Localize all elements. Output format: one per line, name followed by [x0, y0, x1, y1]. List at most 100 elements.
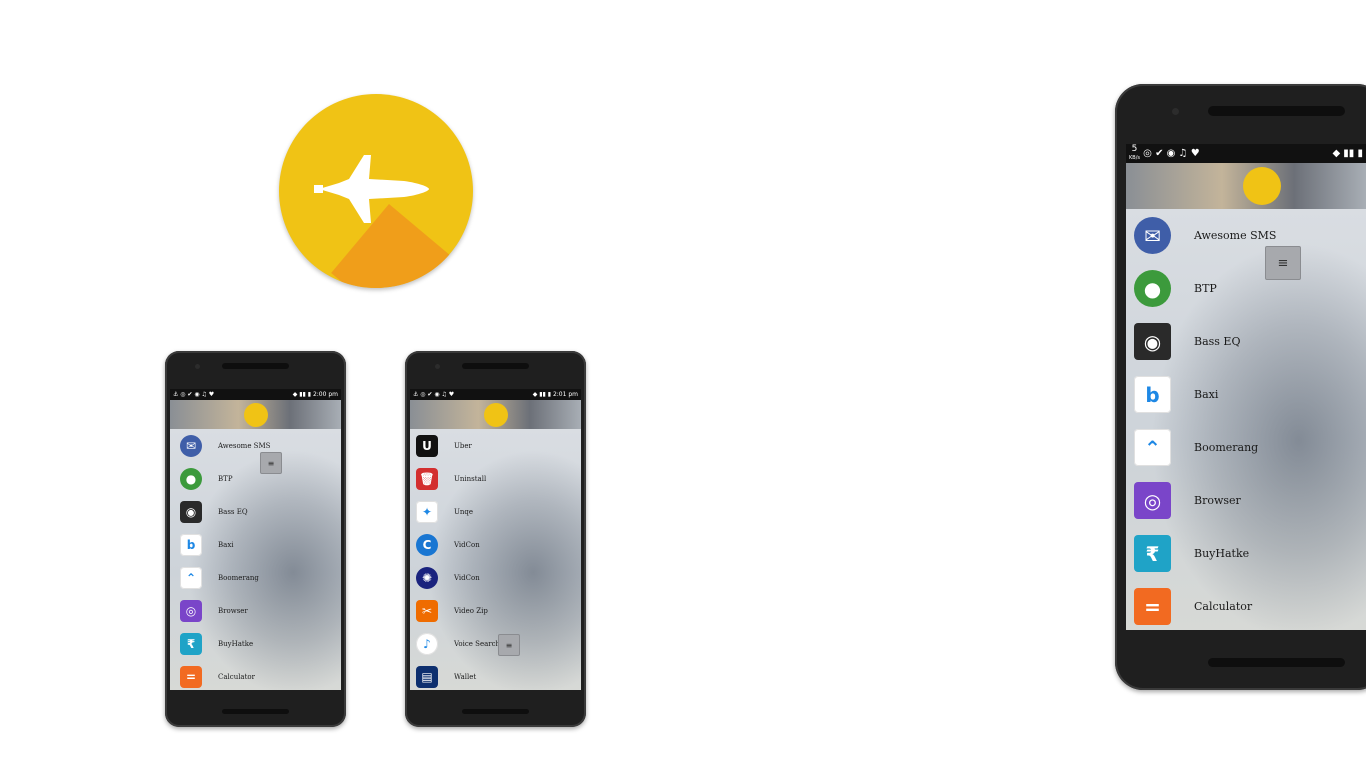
app-label: Baxi: [218, 540, 234, 549]
phone-mockup-2: ⚓ ◎ ✔ ◉ ♫ ♥ ◆ ▮▮ ▮ 2:01 pm U Uber 🗑 Uninsta…: [405, 351, 586, 727]
list-item[interactable]: ✂ Video Zip: [410, 594, 581, 627]
app-label: BuyHatke: [1194, 547, 1250, 560]
unqe-icon: ✦: [416, 500, 438, 523]
baxi-b-icon: b: [1134, 376, 1171, 413]
earpiece: [1208, 106, 1345, 116]
fast-scroll-handle[interactable]: ≡: [1265, 246, 1301, 280]
front-camera: [1172, 108, 1179, 115]
net-speed: 5 KB/s: [1129, 144, 1140, 161]
shuttle-app-icon[interactable]: [484, 403, 508, 427]
trash-icon: 🗑: [416, 467, 438, 490]
status-icons-left: ⚓ ◎ ✔ ◉ ♫ ♥: [413, 391, 455, 398]
status-icons-left: 5 KB/s ◎ ✔ ◉ ♫ ♥: [1129, 144, 1200, 161]
list-item[interactable]: ◉ Bass EQ: [1126, 315, 1366, 368]
browser-icon: ◎: [180, 599, 202, 622]
header-banner: [170, 400, 341, 429]
app-label: Calculator: [1194, 600, 1253, 613]
app-list: ✉ Awesome SMS ● BTP ◉ Bass EQ b Baxi ⌃ Boomerang ◎…: [170, 429, 341, 690]
status-icons-right: ◆ ▮▮ ▮ 2:00 pm: [292, 391, 338, 398]
status-icons-right: ◆ ▮▮ ▮: [1332, 148, 1363, 159]
status-time: 2:01 pm: [552, 391, 578, 398]
list-item[interactable]: ● BTP: [1126, 262, 1366, 315]
vidcon-icon: C: [416, 533, 438, 556]
list-item[interactable]: ◎ Browser: [1126, 474, 1366, 527]
envelope-icon: ✉: [1134, 217, 1171, 254]
bottom-speaker: [222, 709, 289, 714]
scissors-icon: ✂: [416, 599, 438, 622]
list-item[interactable]: ⌃ Boomerang: [1126, 421, 1366, 474]
app-label: Bass EQ: [218, 507, 248, 516]
status-bar: 5 KB/s ◎ ✔ ◉ ♫ ♥ ◆ ▮▮ ▮: [1126, 144, 1366, 163]
earpiece: [222, 363, 289, 369]
app-label: Boomerang: [218, 573, 259, 582]
baxi-b-icon: b: [180, 533, 202, 556]
app-list: ✉ Awesome SMS ● BTP ◉ Bass EQ b Baxi ⌃ Boomerang ◎…: [1126, 209, 1366, 630]
app-label: Bass EQ: [1194, 335, 1241, 348]
list-item[interactable]: ♪ Voice Search: [410, 627, 581, 660]
fast-scroll-handle[interactable]: ≡: [498, 634, 520, 656]
app-label: Voice Search: [454, 639, 501, 648]
list-item[interactable]: ₹ BuyHatke: [170, 627, 341, 660]
list-item[interactable]: ◉ Bass EQ: [170, 495, 341, 528]
fast-scroll-handle[interactable]: ≡: [260, 452, 282, 474]
list-item[interactable]: ₹ BuyHatke: [1126, 527, 1366, 580]
status-bar: ⚓ ◎ ✔ ◉ ♫ ♥ ◆ ▮▮ ▮ 2:00 pm: [170, 389, 341, 400]
space-shuttle-icon: [314, 155, 429, 223]
earpiece: [462, 363, 529, 369]
app-label: Video Zip: [454, 606, 488, 615]
app-label: BTP: [1194, 282, 1217, 295]
list-item[interactable]: C VidCon: [410, 528, 581, 561]
app-label: Awesome SMS: [1194, 229, 1277, 242]
list-item[interactable]: ⌃ Boomerang: [170, 561, 341, 594]
front-camera: [195, 364, 200, 369]
shuttle-app-icon[interactable]: [1243, 167, 1281, 205]
app-label: Boomerang: [1194, 441, 1259, 454]
app-list: U Uber 🗑 Uninstall ✦ Unqe C VidCon ✺ VidCon ✂ Video…: [410, 429, 581, 690]
rupee-icon: ₹: [180, 632, 202, 655]
envelope-icon: ✉: [180, 434, 202, 457]
front-camera: [435, 364, 440, 369]
app-label: Uber: [454, 441, 472, 450]
shuttle-app-icon[interactable]: [244, 403, 268, 427]
paytm-wallet-icon: ▤: [416, 665, 438, 688]
browser-icon: ◎: [1134, 482, 1171, 519]
list-item[interactable]: 🗑 Uninstall: [410, 462, 581, 495]
app-label: Browser: [218, 606, 248, 615]
list-item[interactable]: ✺ VidCon: [410, 561, 581, 594]
list-item[interactable]: b Baxi: [170, 528, 341, 561]
list-item[interactable]: ▤ Wallet: [410, 660, 581, 690]
phone-screen: 5 KB/s ◎ ✔ ◉ ♫ ♥ ◆ ▮▮ ▮ ✉ Awesome SMS ● BTP ◉…: [1126, 144, 1366, 630]
header-banner: [410, 400, 581, 429]
app-label: BuyHatke: [218, 639, 254, 648]
list-item[interactable]: ✉ Awesome SMS: [1126, 209, 1366, 262]
header-banner: [1126, 163, 1366, 209]
bottom-speaker: [462, 709, 529, 714]
mic-icon: ♪: [416, 632, 438, 655]
app-label: Wallet: [454, 672, 477, 681]
app-label: Browser: [1194, 494, 1241, 507]
status-icons-right: ◆ ▮▮ ▮ 2:01 pm: [532, 391, 578, 398]
knob-icon: ◉: [180, 500, 202, 523]
app-label: BTP: [218, 474, 233, 483]
status-bar: ⚓ ◎ ✔ ◉ ♫ ♥ ◆ ▮▮ ▮ 2:01 pm: [410, 389, 581, 400]
app-label: VidCon: [454, 573, 480, 582]
list-item[interactable]: = Calculator: [1126, 580, 1366, 630]
app-label: Baxi: [1194, 388, 1219, 401]
film-reel-icon: ✺: [416, 566, 438, 589]
phone-mockup-large: 5 KB/s ◎ ✔ ◉ ♫ ♥ ◆ ▮▮ ▮ ✉ Awesome SMS ● BTP ◉…: [1115, 84, 1366, 690]
phone-screen: ⚓ ◎ ✔ ◉ ♫ ♥ ◆ ▮▮ ▮ 2:01 pm U Uber 🗑 Uninsta…: [410, 389, 581, 690]
bottom-speaker: [1208, 658, 1345, 667]
list-item[interactable]: ◎ Browser: [170, 594, 341, 627]
list-item[interactable]: b Baxi: [1126, 368, 1366, 421]
list-item[interactable]: ● BTP: [170, 462, 341, 495]
list-item[interactable]: U Uber: [410, 429, 581, 462]
boomerang-icon: ⌃: [1134, 429, 1171, 466]
list-item[interactable]: ✦ Unqe: [410, 495, 581, 528]
list-item[interactable]: ✉ Awesome SMS: [170, 429, 341, 462]
equals-icon: =: [180, 665, 202, 688]
btp-icon: ●: [180, 467, 202, 490]
app-label: Uninstall: [454, 474, 487, 483]
phone-mockup-1: ⚓ ◎ ✔ ◉ ♫ ♥ ◆ ▮▮ ▮ 2:00 pm ✉ Awesome SMS ●…: [165, 351, 346, 727]
phone-screen: ⚓ ◎ ✔ ◉ ♫ ♥ ◆ ▮▮ ▮ 2:00 pm ✉ Awesome SMS ●…: [170, 389, 341, 690]
list-item[interactable]: = Calculator: [170, 660, 341, 690]
